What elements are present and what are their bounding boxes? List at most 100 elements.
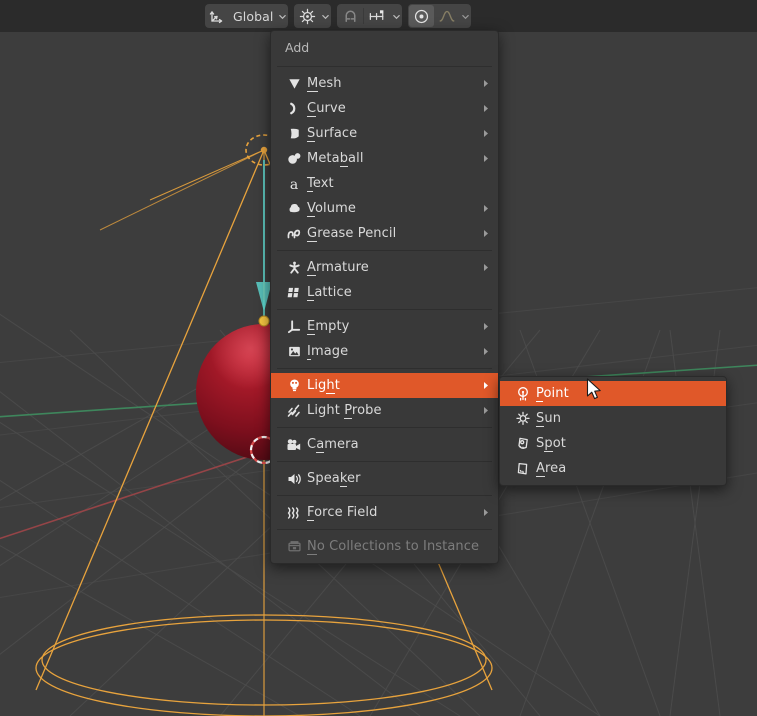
menu-item-no-collections-to-instance: No Collections to Instance: [271, 534, 498, 559]
menu-item-mesh[interactable]: Mesh: [271, 71, 498, 96]
menu-item-area-light[interactable]: Area: [500, 456, 726, 481]
menu-item-lattice[interactable]: Lattice: [271, 280, 498, 305]
chevron-down-icon[interactable]: [391, 4, 401, 28]
add-menu[interactable]: Add Mesh Curve Surface Metaball a Text V…: [270, 30, 499, 564]
light-submenu[interactable]: Point Sun Spot Area: [499, 376, 727, 486]
menu-item-label: Lattice: [307, 285, 352, 301]
menu-item-armature[interactable]: Armature: [271, 255, 498, 280]
chevron-right-icon: [482, 154, 490, 163]
menu-item-label: Mesh: [307, 76, 342, 92]
text-icon: a: [281, 175, 307, 193]
empty-axis-icon: [281, 318, 307, 336]
menu-item-label: Empty: [307, 319, 350, 335]
divider: [277, 309, 492, 310]
menu-item-curve[interactable]: Curve: [271, 96, 498, 121]
menu-item-label: Light: [307, 378, 340, 394]
chevron-right-icon: [482, 347, 490, 356]
snapping-group[interactable]: [337, 4, 403, 28]
menu-item-label: Spot: [536, 436, 566, 452]
menu-item-metaball[interactable]: Metaball: [271, 146, 498, 171]
header-spacer: [0, 0, 205, 32]
snap-increment-icon[interactable]: [364, 5, 391, 27]
magnet-icon[interactable]: [338, 5, 363, 27]
light-origin-dot[interactable]: [258, 315, 270, 327]
menu-item-label: Force Field: [307, 505, 378, 521]
menu-item-sun-light[interactable]: Sun: [500, 406, 726, 431]
viewport-header: Global: [0, 0, 757, 32]
menu-item-label: Metaball: [307, 151, 364, 167]
point-light-icon: [510, 385, 536, 403]
sun-light-icon: [510, 410, 536, 428]
menu-item-light[interactable]: Light: [271, 373, 498, 398]
chevron-right-icon: [482, 129, 490, 138]
chevron-right-icon: [482, 322, 490, 331]
chevron-down-icon[interactable]: [460, 4, 470, 28]
menu-item-label: Image: [307, 344, 349, 360]
chevron-right-icon: [482, 79, 490, 88]
divider: [277, 66, 492, 67]
menu-item-label: Grease Pencil: [307, 226, 397, 242]
menu-item-image[interactable]: Image: [271, 339, 498, 364]
menu-item-label: Point: [536, 386, 569, 402]
menu-item-empty[interactable]: Empty: [271, 314, 498, 339]
chevron-right-icon: [482, 263, 490, 272]
menu-item-volume[interactable]: Volume: [271, 196, 498, 221]
menu-item-label: Armature: [307, 260, 369, 276]
spot-light-icon: [510, 435, 536, 453]
menu-item-label: Light Probe: [307, 403, 382, 419]
menu-item-label: Text: [307, 176, 334, 192]
svg-text:a: a: [290, 177, 298, 192]
area-light-icon: [510, 460, 536, 478]
menu-item-spot-light[interactable]: Spot: [500, 431, 726, 456]
smooth-falloff-icon[interactable]: [434, 5, 460, 27]
menu-item-label: Camera: [307, 437, 359, 453]
force-field-icon: [281, 504, 307, 522]
proportional-editing-group[interactable]: [408, 4, 472, 28]
chevron-down-icon[interactable]: [277, 4, 287, 28]
proportional-editing-icon[interactable]: [409, 5, 435, 27]
metaball-icon: [281, 150, 307, 168]
pivot-point-group[interactable]: [294, 4, 332, 28]
menu-item-label: No Collections to Instance: [307, 539, 480, 555]
menu-item-point-light[interactable]: Point: [500, 381, 726, 406]
chevron-right-icon: [482, 229, 490, 238]
speaker-icon: [281, 470, 307, 488]
chevron-right-icon: [482, 104, 490, 113]
transform-orientation-icon: [206, 5, 231, 27]
grease-pencil-icon: [281, 225, 307, 243]
menu-item-text[interactable]: a Text: [271, 171, 498, 196]
menu-item-label: Volume: [307, 201, 356, 217]
divider: [277, 495, 492, 496]
volume-icon: [281, 200, 307, 218]
armature-icon: [281, 259, 307, 277]
transform-orientation-label: Global: [233, 8, 274, 24]
lattice-icon: [281, 284, 307, 302]
menu-item-label: Speaker: [307, 471, 361, 487]
menu-item-grease-pencil[interactable]: Grease Pencil: [271, 221, 498, 246]
chevron-right-icon: [482, 381, 490, 390]
chevron-right-icon: [482, 204, 490, 213]
menu-item-speaker[interactable]: Speaker: [271, 466, 498, 491]
surface-icon: [281, 125, 307, 143]
collection-icon: [281, 538, 307, 556]
menu-item-surface[interactable]: Surface: [271, 121, 498, 146]
divider: [277, 368, 492, 369]
chevron-right-icon: [482, 406, 490, 415]
menu-item-force-field[interactable]: Force Field: [271, 500, 498, 525]
menu-item-label: Surface: [307, 126, 358, 142]
light-bulb-icon: [281, 377, 307, 395]
menu-item-light-probe[interactable]: Light Probe: [271, 398, 498, 423]
menu-item-label: Sun: [536, 411, 562, 427]
chevron-down-icon[interactable]: [320, 4, 330, 28]
camera-icon: [281, 436, 307, 454]
divider: [277, 427, 492, 428]
curve-icon: [281, 100, 307, 118]
menu-item-label: Curve: [307, 101, 346, 117]
divider: [277, 250, 492, 251]
chevron-right-icon: [482, 508, 490, 517]
mesh-cone-icon: [281, 75, 307, 93]
divider: [277, 461, 492, 462]
transform-orientation-group[interactable]: Global: [205, 4, 289, 28]
menu-item-camera[interactable]: Camera: [271, 432, 498, 457]
divider: [277, 529, 492, 530]
